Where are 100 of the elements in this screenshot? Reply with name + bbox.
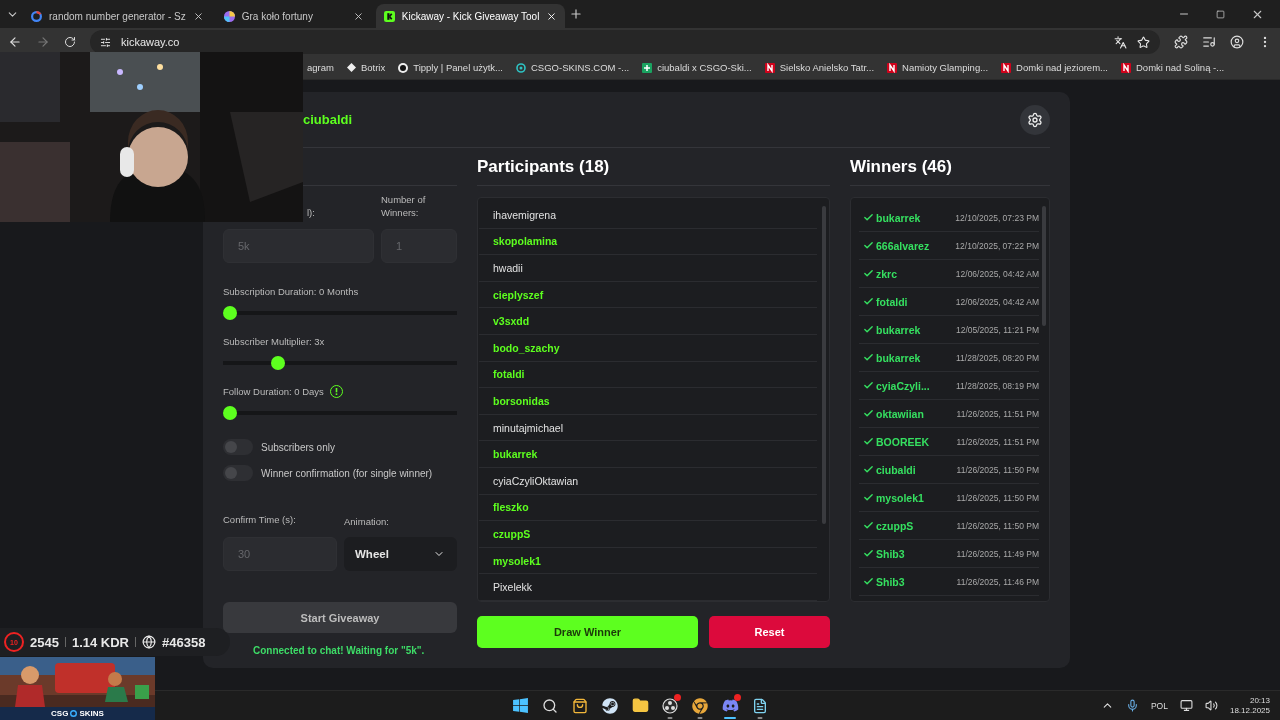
bookmark[interactable]: Sielsko Anielsko Tatr... [764, 62, 875, 73]
bookmark[interactable]: Namioty Glamping... [887, 62, 989, 73]
confirm-time-input[interactable]: 30 [223, 537, 337, 571]
language-indicator[interactable]: POL [1150, 700, 1168, 711]
reload-icon[interactable] [64, 36, 76, 48]
close-icon[interactable] [546, 10, 558, 22]
bookmark[interactable]: Botrix [346, 62, 386, 73]
winner-name: bukarrek [876, 351, 921, 364]
clock[interactable]: 20:13 18.12.2025 [1229, 695, 1270, 716]
bookmark[interactable]: Domki nad Soliną -... [1121, 62, 1225, 73]
check-icon [863, 380, 874, 391]
new-tab-button[interactable] [569, 7, 584, 21]
bookmark[interactable]: CSGO-SKINS.COM -... [516, 62, 630, 73]
start-giveaway-button[interactable]: Start Giveaway [223, 602, 457, 633]
n-logo-icon [764, 62, 775, 73]
channel-name: ciubaldi [303, 112, 353, 127]
wheel-icon [223, 10, 235, 22]
draw-winner-button[interactable]: Draw Winner [477, 616, 698, 648]
sponsor-logo: CSG SKINS [0, 707, 155, 720]
slider-label: Subscriber Multiplier: 3x [223, 335, 325, 348]
bookmark[interactable]: ciubaldi x CSGO-Ski... [642, 62, 752, 73]
participant-name: fotaldi [493, 368, 525, 381]
browser-tab[interactable]: random number generator - Sz [23, 4, 212, 28]
site-info-icon[interactable] [100, 36, 111, 48]
close-icon[interactable] [352, 10, 364, 22]
animation-select[interactable]: Wheel [344, 537, 457, 571]
check-icon [863, 212, 874, 223]
chrome-icon[interactable] [692, 697, 708, 714]
participant-name: ihavemigrena [493, 208, 557, 221]
browser-tab[interactable]: Gra koło fortuny [215, 4, 372, 28]
bookmark[interactable]: Domki nad jeziorem... [1001, 62, 1108, 73]
extensions-icon[interactable] [1174, 35, 1188, 49]
slider-thumb[interactable] [223, 406, 237, 420]
bookmark[interactable]: Tipply | Panel użytk... [398, 62, 503, 73]
microphone-icon[interactable] [1125, 699, 1139, 712]
diamond-icon [346, 63, 356, 72]
back-icon[interactable] [8, 35, 22, 49]
n-logo-icon [887, 62, 898, 73]
participant-name: bukarrek [493, 448, 538, 461]
toggle-label: Winner confirmation (for single winner) [261, 467, 433, 479]
bookmark-star-icon[interactable] [1137, 35, 1150, 49]
folder-icon[interactable] [631, 697, 649, 714]
restore-icon[interactable] [1216, 9, 1225, 19]
participant-name: borsonidas [493, 394, 550, 407]
win-time: 12/05/2025, 11:21 PM [955, 324, 1039, 335]
close-icon[interactable] [192, 10, 204, 22]
bookmark[interactable]: agram [307, 62, 334, 73]
notepad-icon[interactable] [752, 697, 768, 714]
slider-thumb[interactable] [223, 306, 237, 320]
win-time: 12/06/2025, 04:42 AM [955, 268, 1039, 279]
media-icon[interactable] [1202, 35, 1216, 49]
win-time: 11/26/2025, 11:49 PM [956, 548, 1039, 559]
field-label: Number of Winners: [381, 193, 427, 219]
plus-square-icon [642, 62, 653, 73]
n-logo-icon [1121, 62, 1131, 73]
check-icon [863, 492, 874, 503]
winner-name: bukarrek [876, 211, 921, 224]
check-icon [863, 548, 874, 559]
volume-icon[interactable] [1204, 699, 1218, 712]
profile-icon[interactable] [1230, 35, 1244, 49]
check-icon [863, 352, 874, 363]
kdr-value: 1.14 KDR [71, 634, 129, 650]
keyword-input[interactable]: 5k [223, 229, 374, 263]
settings-button[interactable] [1020, 104, 1050, 135]
browser-tab[interactable]: Kickaway - Kick Giveaway Tool [375, 4, 566, 28]
win-time: 11/26/2025, 11:51 PM [956, 408, 1039, 419]
win-time: 11/26/2025, 11:46 PM [956, 576, 1039, 587]
obs-icon[interactable] [662, 697, 678, 714]
check-icon [863, 464, 874, 475]
slider-thumb[interactable] [271, 356, 286, 370]
toggle-switch[interactable] [223, 439, 253, 455]
slider-label: Follow Duration: 0 Days [223, 385, 324, 398]
winner-name: Shib3 [876, 547, 905, 560]
participant-name: minutajmichael [493, 421, 564, 434]
windows-icon[interactable] [511, 697, 529, 714]
steam-icon[interactable] [602, 697, 618, 714]
field-label: l): [307, 206, 316, 219]
settings-icon [1027, 111, 1043, 128]
participants-heading: Participants (18) [477, 156, 610, 177]
check-icon [863, 520, 874, 531]
toggle-switch[interactable] [223, 465, 253, 481]
store-icon[interactable] [572, 697, 588, 714]
forward-icon[interactable] [36, 35, 50, 49]
check-icon [863, 576, 874, 587]
winner-name: cyiaCzyli... [876, 379, 930, 392]
reset-button[interactable]: Reset [709, 616, 830, 648]
search-icon[interactable] [542, 697, 558, 714]
discord-icon[interactable] [721, 697, 739, 714]
win-time: 11/26/2025, 11:50 PM [956, 520, 1039, 531]
win-time: 11/28/2025, 08:19 PM [955, 380, 1039, 391]
win-time: 11/26/2025, 11:50 PM [956, 464, 1039, 475]
field-label: Confirm Time (s): [223, 513, 297, 527]
translate-icon[interactable] [1114, 35, 1127, 49]
dot-icon [398, 62, 409, 73]
status-message: Connected to chat! Waiting for "5k". [252, 645, 426, 656]
check-icon [863, 268, 874, 279]
participant-name: hwadii [493, 262, 523, 274]
winner-name: 666alvarez [876, 239, 930, 252]
rank-value: #46358 [162, 634, 206, 650]
address-bar[interactable]: kickaway.co [90, 30, 1160, 54]
